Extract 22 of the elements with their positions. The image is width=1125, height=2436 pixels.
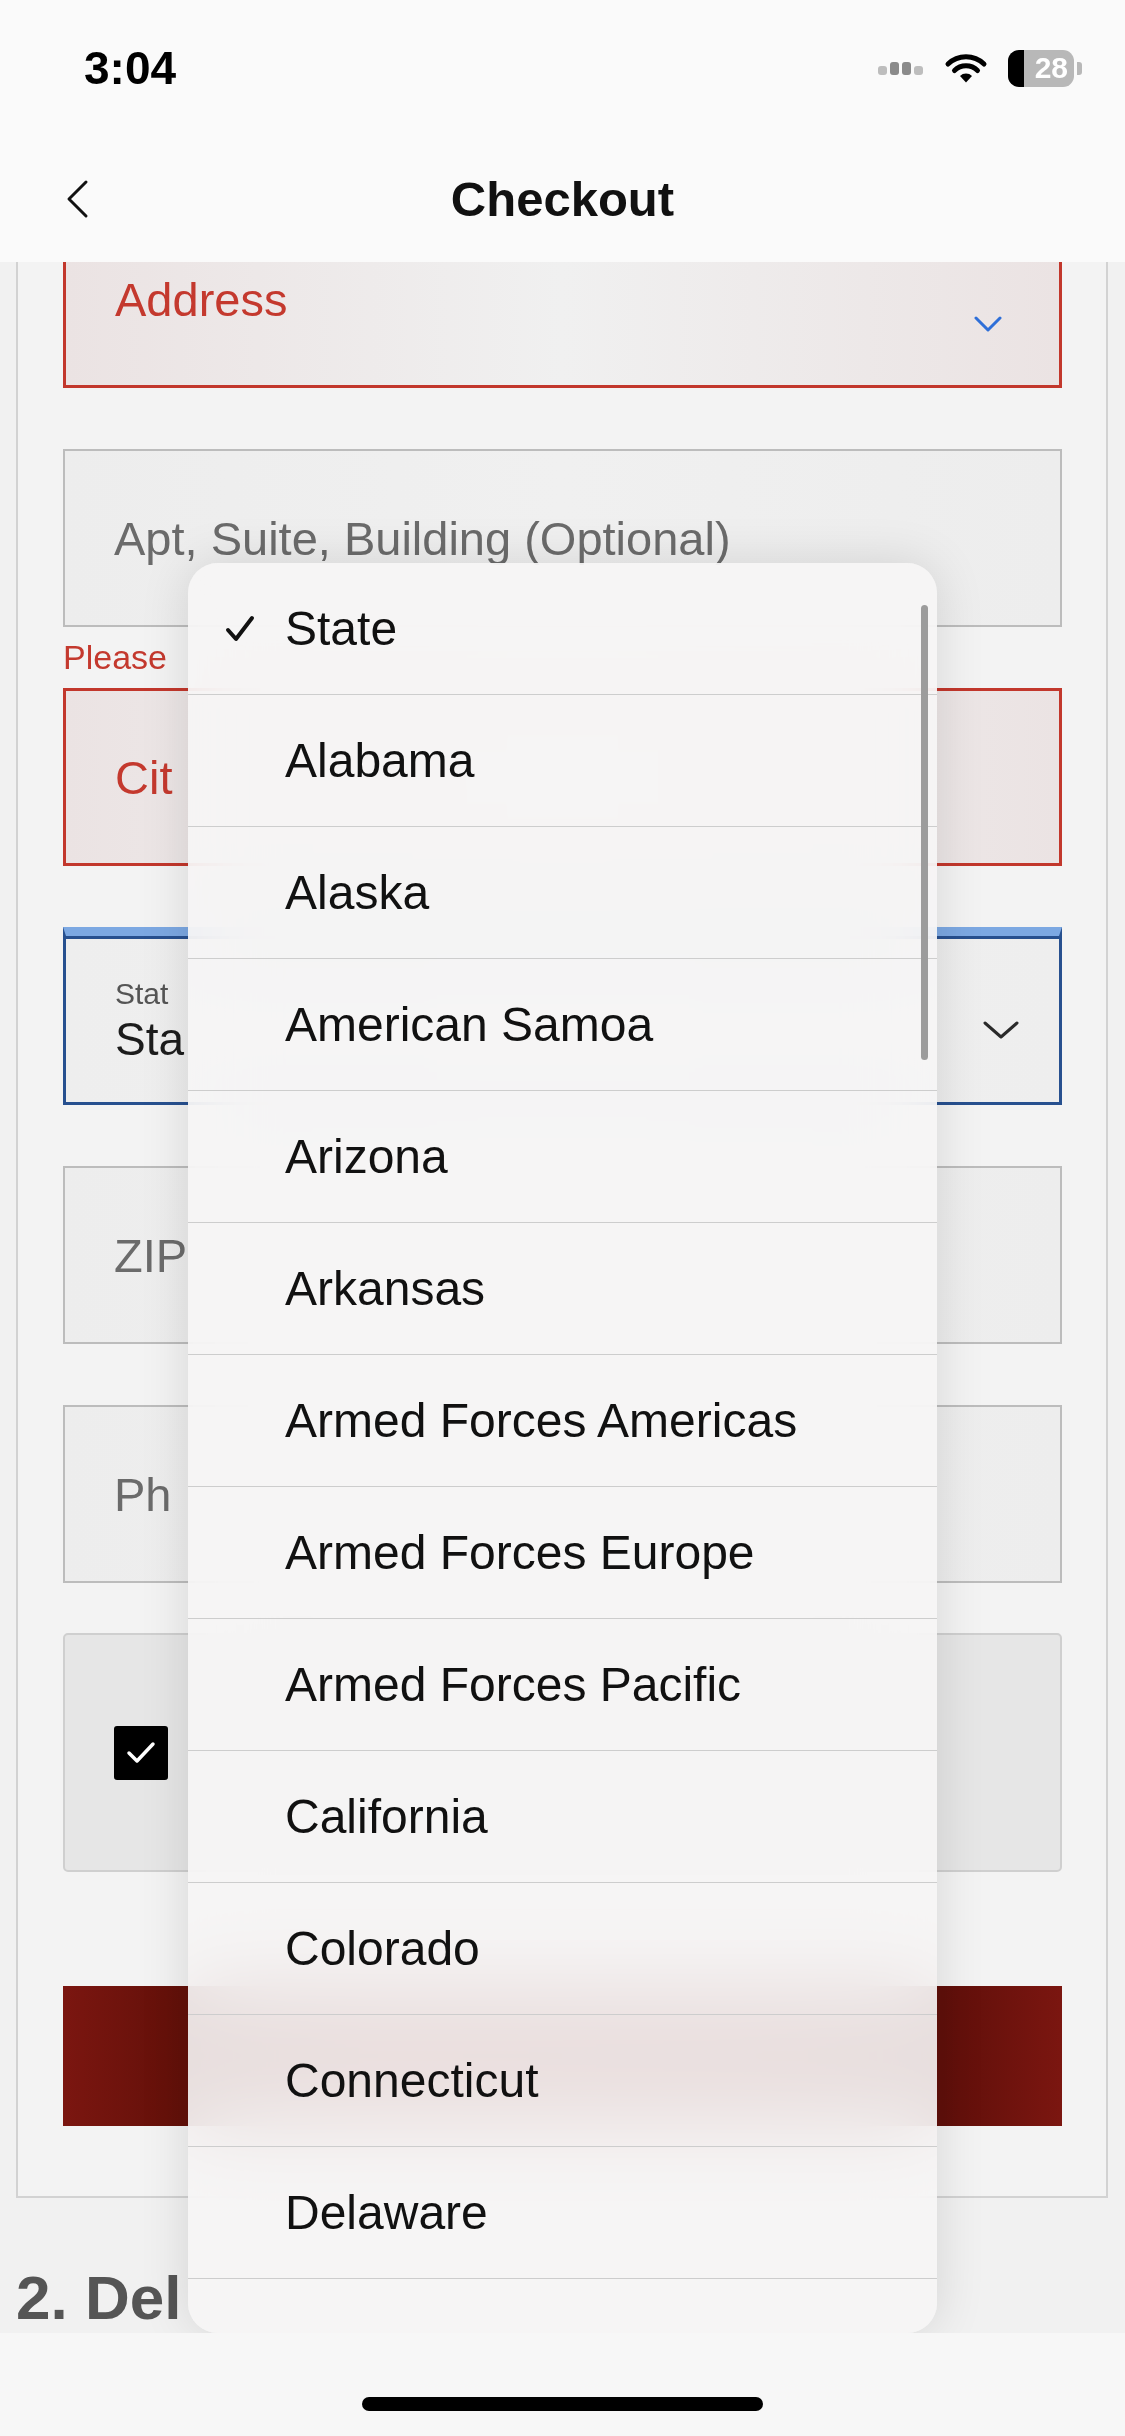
menu-option[interactable]: Delaware (188, 2147, 937, 2279)
error-text: Please (63, 637, 167, 678)
battery-indicator: 28 (1008, 49, 1082, 87)
menu-option[interactable]: Connecticut (188, 2015, 937, 2147)
scrollbar[interactable] (921, 605, 928, 1060)
check-icon (126, 1740, 156, 1765)
menu-option[interactable]: Colorado (188, 1883, 937, 2015)
wifi-icon (944, 52, 988, 84)
menu-option[interactable]: Armed Forces Pacific (188, 1619, 937, 1751)
page-title: Checkout (450, 171, 675, 227)
signal-icon (878, 60, 924, 76)
menu-option[interactable]: Arkansas (188, 1223, 937, 1355)
menu-option[interactable]: California (188, 1751, 937, 1883)
chevron-down-icon (983, 1021, 1019, 1039)
menu-option[interactable]: Armed Forces Americas (188, 1355, 937, 1487)
section-heading: 2. Del (16, 2268, 182, 2328)
select-field[interactable]: Address (63, 262, 1062, 388)
menu-option[interactable]: Armed Forces Europe (188, 1487, 937, 1619)
menu-option[interactable]: Arizona (188, 1091, 937, 1223)
checkbox[interactable] (114, 1725, 168, 1780)
status-time: 3:04 (84, 41, 177, 95)
chevron-down-icon (974, 316, 1002, 332)
